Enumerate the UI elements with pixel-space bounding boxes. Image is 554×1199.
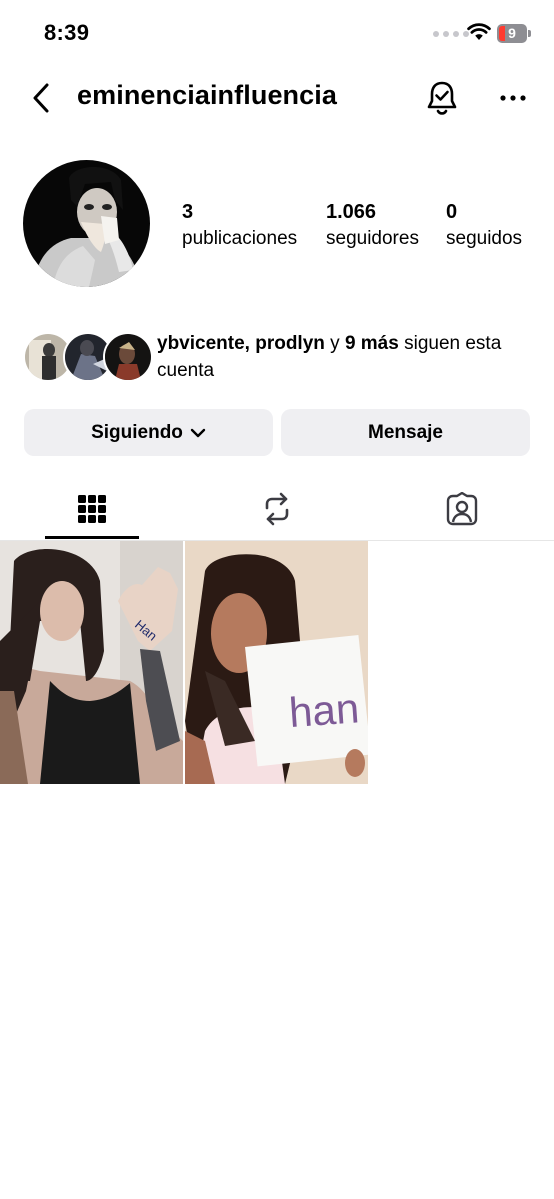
profile-tabs [0,478,554,541]
post-image: Han [0,541,183,784]
status-time: 8:39 [44,20,90,45]
signal-icon [433,31,469,37]
grid-icon [78,495,106,523]
tagged-icon [446,492,478,526]
status-bar: 8:39 9 [0,0,554,66]
page-title: eminenciainfluencia [77,80,337,110]
stat-followers[interactable]: 1.066 seguidores [326,200,419,254]
battery-icon: 9 [497,24,531,43]
stat-posts[interactable]: 3 publicaciones [182,200,297,254]
followed-by-row[interactable]: ybvicente, prodlyn y 9 más siguen esta c… [23,330,533,386]
follower-avatar [103,332,153,382]
stat-followers-label: seguidores [326,228,419,249]
battery-level: 9 [508,25,516,41]
stat-posts-count: 3 [182,201,194,223]
followed-by-names: ybvicente, prodlyn [157,333,325,354]
profile-avatar[interactable] [23,160,150,287]
more-icon [500,95,526,101]
wifi-icon [467,23,491,40]
stat-posts-label: publicaciones [182,228,298,249]
bell-check-icon [427,81,457,115]
post-thumbnail[interactable]: Han [0,541,183,784]
repost-icon [265,492,289,526]
stat-following[interactable]: 0 seguidos [446,200,522,254]
stat-following-count: 0 [446,201,458,223]
active-tab-indicator [45,536,139,539]
post-thumbnail[interactable]: han [185,541,368,784]
post-image: han [185,541,368,784]
message-button[interactable]: Mensaje [281,409,530,456]
avatar-photo [23,160,150,287]
chevron-left-icon [33,83,49,113]
post-overlay-text: han [287,684,360,736]
followed-by-more: 9 más [344,333,399,354]
tab-reposts[interactable] [185,478,369,540]
profile-header: eminenciainfluencia [0,70,554,126]
followed-by-text: ybvicente, prodlyn y 9 más siguen esta c… [157,330,527,384]
message-button-label: Mensaje [368,421,443,443]
more-options-button[interactable] [496,84,530,112]
followed-by-connector: y [324,333,345,354]
notifications-button[interactable] [424,78,460,118]
chevron-down-icon [190,428,206,437]
following-button-label: Siguiendo [91,421,183,443]
stat-following-label: seguidos [446,228,523,249]
back-button[interactable] [28,80,54,116]
following-button[interactable]: Siguiendo [24,409,273,456]
tab-tagged[interactable] [370,478,554,540]
tab-posts-grid[interactable] [0,478,184,540]
stat-followers-count: 1.066 [326,201,377,223]
